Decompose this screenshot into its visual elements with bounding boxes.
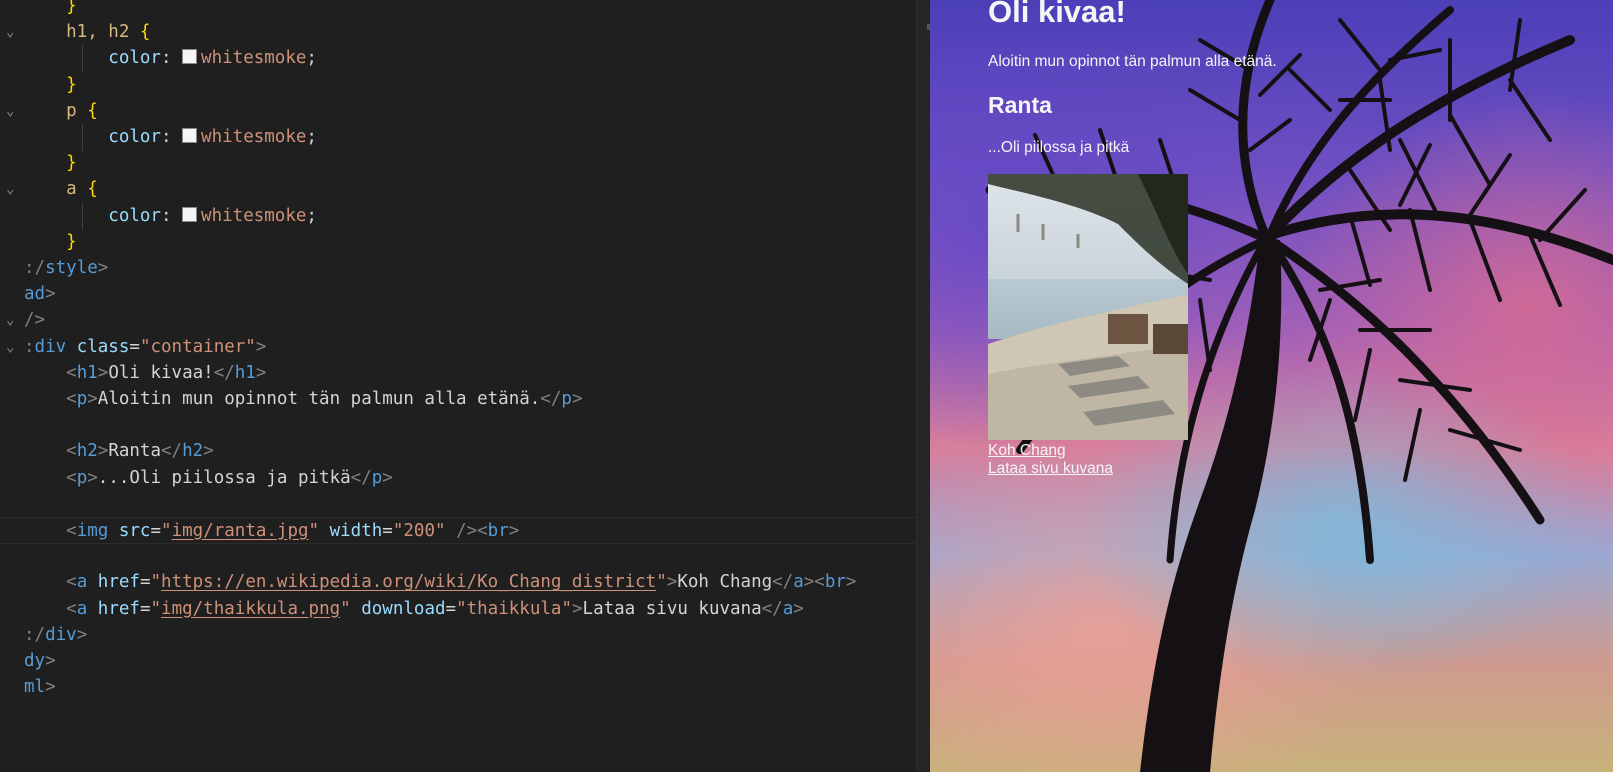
fold-chevron-icon[interactable]: ⌄ [6, 19, 20, 46]
code-line[interactable]: } [0, 229, 916, 256]
code-line[interactable]: <a href="https://en.wikipedia.org/wiki/K… [0, 569, 916, 596]
code-line[interactable]: ⌄:div class="container"> [0, 334, 916, 361]
code-line[interactable]: color: whitesmoke; [0, 202, 916, 230]
color-swatch-icon[interactable] [182, 128, 198, 143]
pane-divider[interactable] [916, 0, 931, 772]
code-line[interactable]: <p>...Oli piilossa ja pitkä</p> [0, 465, 916, 492]
code-line[interactable]: ml> [0, 674, 916, 701]
code-text: ad> [24, 284, 56, 305]
code-text: <p>...Oli piilossa ja pitkä</p> [66, 467, 393, 488]
beach-image [988, 174, 1188, 440]
code-line[interactable]: } [0, 0, 916, 20]
code-line[interactable]: ⌄ a { [0, 176, 916, 203]
page-heading: Oli kivaa! [988, 0, 1126, 29]
code-line[interactable]: ⌄/> [0, 307, 916, 334]
code-text: <img src="img/ranta.jpg" width="200" /><… [66, 521, 520, 541]
code-text: :div class="container"> [24, 336, 267, 357]
code-text: } [24, 74, 77, 95]
color-swatch-icon[interactable] [182, 206, 198, 222]
fold-chevron-icon[interactable]: ⌄ [6, 98, 20, 125]
code-line[interactable]: <h1>Oli kivaa!</h1> [0, 360, 916, 387]
code-line[interactable] [0, 543, 916, 570]
code-line[interactable]: } [0, 72, 916, 99]
download-page-link[interactable]: Lataa sivu kuvana [988, 460, 1113, 478]
code-line[interactable]: <h2>Ranta</h2> [0, 438, 916, 465]
code-line[interactable]: color: whitesmoke; [0, 45, 916, 73]
code-line[interactable] [0, 491, 916, 518]
code-text: :/style> [24, 258, 109, 278]
fold-chevron-icon[interactable]: ⌄ [6, 307, 20, 334]
code-line[interactable]: :/div> [0, 622, 916, 649]
code-text: dy> [24, 651, 56, 671]
code-line[interactable]: ⌄ p { [0, 98, 916, 125]
code-text: } [24, 153, 77, 174]
code-text: <p>Aloitin mun opinnot tän palmun alla e… [66, 389, 583, 409]
code-line[interactable]: color: whitesmoke; [0, 124, 916, 151]
code-line[interactable]: <a href="img/thaikkula.png" download="th… [0, 596, 916, 623]
code-line[interactable]: } [0, 150, 916, 177]
section-paragraph: ...Oli piilossa ja pitkä [988, 139, 1130, 156]
color-swatch-icon[interactable] [182, 49, 198, 65]
code-editor[interactable]: } ⌄ h1, h2 { color: whitesmoke; } ⌄ p { co… [0, 0, 916, 772]
code-text: ml> [24, 677, 56, 698]
code-text: /> [24, 310, 46, 331]
koh-chang-link[interactable]: Koh Chang [988, 442, 1066, 460]
code-text: <a href="img/thaikkula.png" download="th… [66, 598, 804, 619]
code-text: } [24, 231, 77, 252]
code-text: } [24, 0, 77, 16]
browser-preview: Oli kivaa! Aloitin mun opinnot tän palmu… [930, 0, 1613, 772]
code-line[interactable]: dy> [0, 648, 916, 675]
code-text: <h1>Oli kivaa!</h1> [66, 362, 267, 383]
code-line[interactable]: <img src="img/ranta.jpg" width="200" /><… [0, 517, 916, 544]
code-text: h1, h2 { [24, 22, 151, 43]
fold-chevron-icon[interactable]: ⌄ [6, 334, 20, 361]
code-line[interactable]: ad> [0, 281, 916, 308]
code-text: color: whitesmoke; [24, 127, 317, 147]
code-line[interactable] [0, 412, 916, 439]
intro-paragraph: Aloitin mun opinnot tän palmun alla etän… [988, 53, 1277, 70]
code-line[interactable]: ⌄ h1, h2 { [0, 19, 916, 46]
section-heading: Ranta [988, 92, 1052, 118]
code-text: color: whitesmoke; [24, 48, 317, 69]
code-line[interactable]: :/style> [0, 255, 916, 282]
fold-chevron-icon[interactable]: ⌄ [6, 176, 20, 203]
code-text: :/div> [24, 624, 88, 645]
code-text: <h2>Ranta</h2> [66, 441, 214, 462]
code-text: <a href="https://en.wikipedia.org/wiki/K… [66, 572, 857, 593]
code-text: color: whitesmoke; [24, 205, 317, 226]
code-line[interactable]: <p>Aloitin mun opinnot tän palmun alla e… [0, 386, 916, 413]
code-text: p { [24, 100, 98, 121]
code-text: a { [24, 179, 98, 200]
